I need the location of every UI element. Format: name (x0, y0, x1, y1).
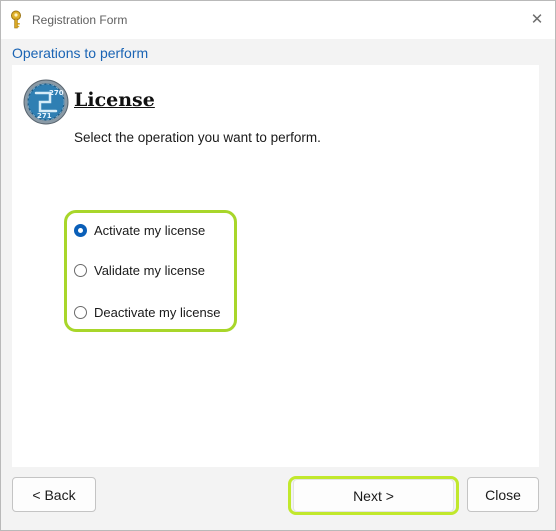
content-panel: 270 271 License Select the operation you… (12, 65, 539, 467)
back-button[interactable]: < Back (12, 477, 96, 512)
page-heading: License (74, 89, 155, 111)
instruction-text: Select the operation you want to perform… (74, 130, 321, 145)
close-icon[interactable]: ✕ (529, 11, 545, 28)
radio-button[interactable] (74, 263, 87, 277)
logo-top-number: 270 (49, 89, 64, 97)
radio-activate-license[interactable]: Activate my license (74, 220, 205, 240)
radio-label: Deactivate my license (94, 304, 221, 320)
radio-button[interactable] (74, 305, 87, 319)
window-title: Registration Form (32, 13, 128, 27)
registration-window: Registration Form ✕ Operations to perfor… (0, 0, 556, 531)
radio-button[interactable] (74, 223, 87, 237)
radio-validate-license[interactable]: Validate my license (74, 260, 205, 280)
close-button[interactable]: Close (467, 477, 539, 512)
logo-bottom-number: 271 (37, 112, 52, 120)
radio-label: Activate my license (94, 222, 206, 238)
section-header: Operations to perform (12, 45, 149, 61)
next-button[interactable]: Next > (293, 479, 454, 512)
title-bar: Registration Form ✕ (1, 1, 555, 39)
key-icon (8, 10, 24, 30)
radio-label: Validate my license (94, 262, 206, 278)
radio-deactivate-license[interactable]: Deactivate my license (74, 302, 220, 322)
license-logo-icon: 270 271 (23, 79, 69, 125)
